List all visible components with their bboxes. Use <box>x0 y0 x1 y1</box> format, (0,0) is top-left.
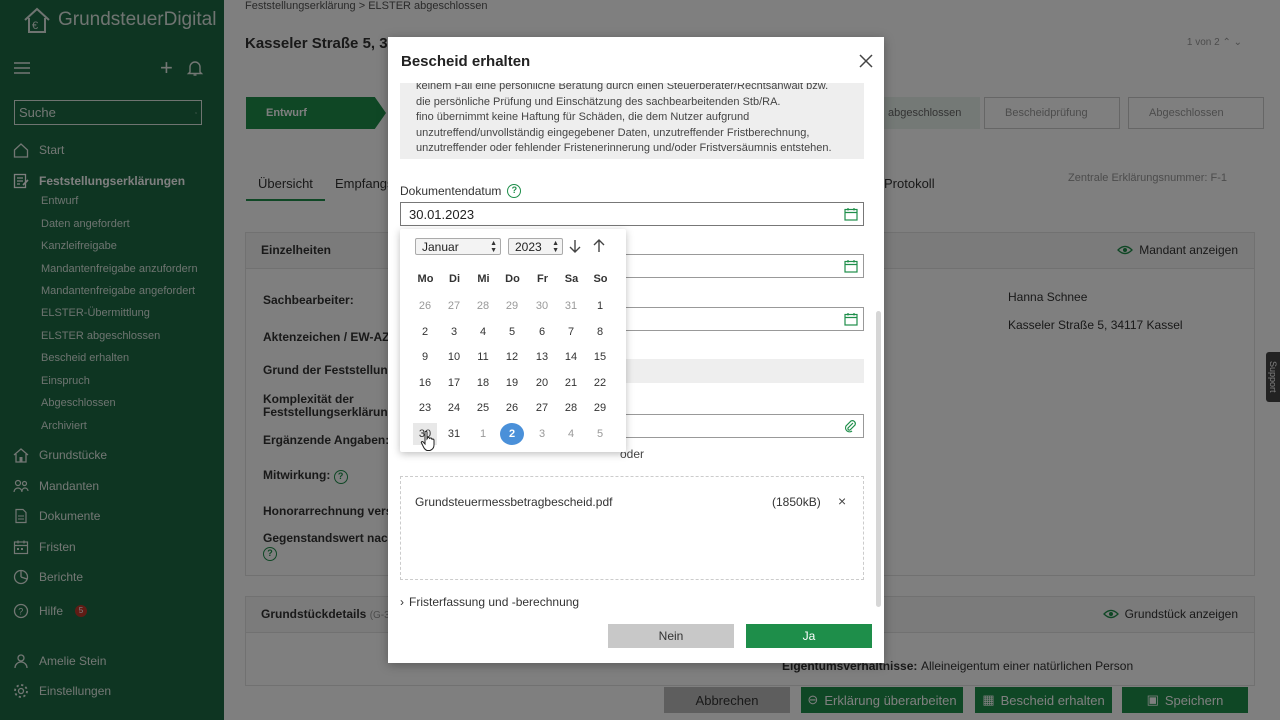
day-cell[interactable]: 26 <box>500 397 524 419</box>
nein-button[interactable]: Nein <box>608 624 734 648</box>
day-cell[interactable]: 31 <box>442 423 466 445</box>
weekday-label: Sa <box>564 273 579 285</box>
day-cell-today[interactable]: 2 <box>500 423 524 445</box>
day-cell[interactable]: 1 <box>471 423 495 445</box>
dialog-title: Bescheid erhalten <box>401 53 531 70</box>
day-cell[interactable]: 29 <box>588 397 612 419</box>
ja-button[interactable]: Ja <box>746 624 872 648</box>
day-cell[interactable]: 8 <box>588 321 612 343</box>
day-cell[interactable]: 23 <box>413 397 437 419</box>
weekday-label: Mi <box>477 273 490 285</box>
day-cell[interactable]: 3 <box>530 423 554 445</box>
day-cell[interactable]: 5 <box>588 423 612 445</box>
day-cell[interactable]: 21 <box>559 372 583 394</box>
day-cell[interactable]: 26 <box>413 295 437 317</box>
uploaded-file-name: Grundsteuermessbetragbescheid.pdf <box>415 495 613 509</box>
dokumentendatum-input[interactable]: 30.01.2023 <box>400 202 864 226</box>
chevron-right-icon: › <box>400 595 404 609</box>
day-cell[interactable]: 13 <box>530 346 554 368</box>
dokumentendatum-label: Dokumentendatum ? <box>400 184 522 198</box>
dialog-scrollbar[interactable] <box>876 311 881 607</box>
day-cell[interactable]: 4 <box>559 423 583 445</box>
file-dropzone[interactable]: Grundsteuermessbetragbescheid.pdf (1850k… <box>400 476 864 580</box>
day-cell[interactable]: 2 <box>413 321 437 343</box>
day-cell[interactable]: 20 <box>530 372 554 394</box>
weekday-label: So <box>593 273 608 285</box>
day-cell[interactable]: 5 <box>500 321 524 343</box>
year-select[interactable]: 2023 ▲ ▼ <box>508 238 563 255</box>
fristerfassung-toggle[interactable]: › Fristerfassung und -berechnung <box>400 595 579 609</box>
close-icon[interactable] <box>858 53 874 69</box>
day-cell[interactable]: 27 <box>530 397 554 419</box>
calendar-icon[interactable] <box>844 259 858 273</box>
remove-file-icon[interactable]: × <box>838 493 846 509</box>
day-cell[interactable]: 9 <box>413 346 437 368</box>
day-cell[interactable]: 28 <box>471 295 495 317</box>
day-cell[interactable]: 30 <box>530 295 554 317</box>
day-cell[interactable]: 15 <box>588 346 612 368</box>
day-cell[interactable]: 3 <box>442 321 466 343</box>
weekday-label: Do <box>505 273 520 285</box>
help-icon[interactable]: ? <box>507 184 522 198</box>
calendar-icon[interactable] <box>844 312 858 326</box>
date-picker-popup: Januar ▲ ▼ 2023 ▲ ▼ Mo Di Mi Do Fr Sa So 26 27 28 2… <box>400 229 626 452</box>
day-cell[interactable]: 16 <box>413 372 437 394</box>
disclaimer-box: keinem Fall eine persönliche Beratung du… <box>400 83 864 159</box>
weekday-label: Di <box>449 273 460 285</box>
day-cell[interactable]: 17 <box>442 372 466 394</box>
day-cell[interactable]: 18 <box>471 372 495 394</box>
day-cell[interactable]: 24 <box>442 397 466 419</box>
month-select[interactable]: Januar ▲ ▼ <box>415 238 501 255</box>
day-cell[interactable]: 22 <box>588 372 612 394</box>
day-cell[interactable]: 10 <box>442 346 466 368</box>
arrow-down-icon[interactable] <box>568 238 582 254</box>
day-cell[interactable]: 7 <box>559 321 583 343</box>
day-cell[interactable]: 14 <box>559 346 583 368</box>
weekday-label: Fr <box>537 273 548 285</box>
day-cell[interactable]: 1 <box>588 295 612 317</box>
calendar-icon[interactable] <box>844 207 858 221</box>
day-cell[interactable]: 12 <box>500 346 524 368</box>
select-arrows-icon: ▲ ▼ <box>490 240 497 254</box>
day-cell[interactable]: 31 <box>559 295 583 317</box>
uploaded-file-size: (1850kB) <box>772 495 821 509</box>
day-cell[interactable]: 4 <box>471 321 495 343</box>
paperclip-icon[interactable] <box>843 419 857 433</box>
arrow-up-icon[interactable] <box>592 238 606 254</box>
weekday-label: Mo <box>417 273 434 285</box>
day-cell[interactable]: 6 <box>530 321 554 343</box>
select-arrows-icon: ▲ ▼ <box>552 240 559 254</box>
day-cell[interactable]: 28 <box>559 397 583 419</box>
day-cell[interactable]: 25 <box>471 397 495 419</box>
day-cell[interactable]: 19 <box>500 372 524 394</box>
day-cell[interactable]: 29 <box>500 295 524 317</box>
day-cell[interactable]: 11 <box>471 346 495 368</box>
hand-cursor-icon <box>420 430 435 451</box>
day-cell[interactable]: 27 <box>442 295 466 317</box>
